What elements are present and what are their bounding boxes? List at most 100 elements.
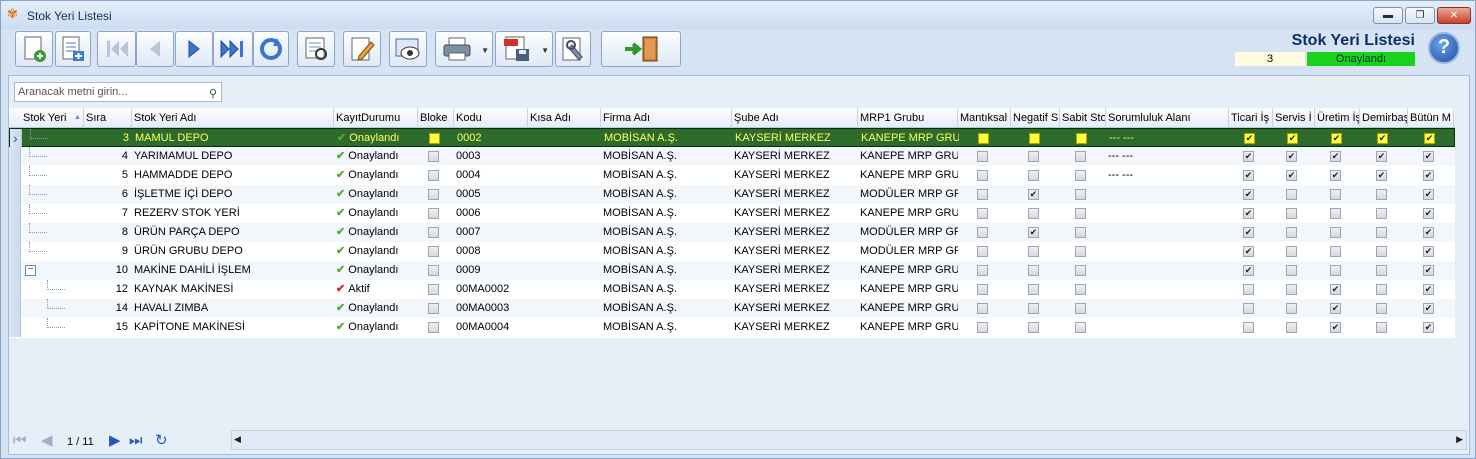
checkbox-negatif[interactable] (1028, 151, 1039, 162)
checkbox-ticari[interactable] (1243, 151, 1254, 162)
table-row[interactable]: 14 HAVALI ZIMBA ✔ Onaylandı 00MA0003 MOBİSAN… (9, 299, 1455, 318)
checkbox-bloke[interactable] (428, 208, 439, 219)
checkbox-butun[interactable] (1423, 151, 1434, 162)
checkbox-bloke[interactable] (428, 284, 439, 295)
checkbox-uretim[interactable] (1330, 151, 1341, 162)
checkbox-butun[interactable] (1423, 284, 1434, 295)
checkbox-uretim[interactable] (1330, 189, 1341, 200)
col-servis-islem[interactable]: Servis İ (1273, 108, 1315, 128)
row-indicator[interactable] (9, 242, 21, 261)
checkbox-butun[interactable] (1423, 265, 1434, 276)
settings-button[interactable] (555, 31, 591, 67)
checkbox-negatif[interactable] (1028, 208, 1039, 219)
checkbox-demirbas[interactable] (1376, 284, 1387, 295)
first-page-icon[interactable]: ⏮ (13, 433, 27, 449)
checkbox-sabit[interactable] (1075, 322, 1086, 333)
checkbox-demirbas[interactable] (1376, 208, 1387, 219)
checkbox-negatif[interactable] (1028, 322, 1039, 333)
checkbox-ticari[interactable] (1243, 189, 1254, 200)
col-sorumluluk-alani[interactable]: Sorumluluk Alanı (1106, 108, 1229, 128)
col-sira[interactable]: Sıra (84, 108, 132, 128)
checkbox-uretim[interactable] (1330, 246, 1341, 257)
col-butun[interactable]: Bütün M (1408, 108, 1454, 128)
col-kayit-durumu[interactable]: KayıtDurumu (334, 108, 418, 128)
checkbox-sabit[interactable] (1075, 246, 1086, 257)
col-mrp1-grubu[interactable]: MRP1 Grubu (858, 108, 958, 128)
next-record-button[interactable] (175, 31, 213, 67)
previous-record-button[interactable] (136, 31, 174, 67)
checkbox-servis[interactable] (1286, 227, 1297, 238)
checkbox-negatif[interactable] (1029, 133, 1040, 144)
checkbox-butun[interactable] (1423, 322, 1434, 333)
checkbox-demirbas[interactable] (1376, 265, 1387, 276)
table-row[interactable]: 5 HAMMADDE DEPO ✔ Onaylandı 0004 MOBİSAN A.Ş… (9, 166, 1455, 185)
checkbox-bloke[interactable] (428, 265, 439, 276)
col-kodu[interactable]: Kodu (454, 108, 528, 128)
checkbox-mantiksal[interactable] (977, 170, 988, 181)
row-indicator[interactable] (9, 261, 21, 280)
col-bloke[interactable]: Bloke (418, 108, 454, 128)
checkbox-sabit[interactable] (1075, 208, 1086, 219)
checkbox-negatif[interactable] (1028, 265, 1039, 276)
previous-page-icon[interactable]: ◀ (41, 433, 53, 449)
table-row[interactable]: − 10 MAKİNE DAHİLİ İŞLEM ✔ Onaylandı 0009 MOB… (9, 261, 1455, 280)
checkbox-demirbas[interactable] (1377, 133, 1388, 144)
checkbox-mantiksal[interactable] (977, 303, 988, 314)
checkbox-butun[interactable] (1423, 303, 1434, 314)
checkbox-servis[interactable] (1286, 284, 1297, 295)
checkbox-ticari[interactable] (1243, 303, 1254, 314)
checkbox-servis[interactable] (1286, 208, 1297, 219)
checkbox-mantiksal[interactable] (977, 246, 988, 257)
col-sube-adi[interactable]: Şube Adı (732, 108, 858, 128)
col-kisa-adi[interactable]: Kısa Adı (528, 108, 601, 128)
table-row[interactable]: 8 ÜRÜN PARÇA DEPO ✔ Onaylandı 0007 MOBİSAN A… (9, 223, 1455, 242)
col-mantiksal[interactable]: Mantıksal (958, 108, 1011, 128)
checkbox-negatif[interactable] (1028, 227, 1039, 238)
checkbox-bloke[interactable] (428, 227, 439, 238)
row-indicator[interactable] (9, 147, 21, 166)
table-row[interactable]: 12 KAYNAK MAKİNESİ ✔ Aktif 00MA0002 MOBİSAN … (9, 280, 1455, 299)
checkbox-uretim[interactable] (1330, 170, 1341, 181)
view-button[interactable] (389, 31, 427, 67)
close-button[interactable]: ✕ (1437, 7, 1471, 24)
col-stok-yeri-adi[interactable]: Stok Yeri Adı (132, 108, 334, 128)
checkbox-ticari[interactable] (1243, 227, 1254, 238)
col-ticari-islem[interactable]: Ticari İş (1229, 108, 1273, 128)
checkbox-mantiksal[interactable] (977, 151, 988, 162)
checkbox-ticari[interactable] (1243, 265, 1254, 276)
search-input[interactable]: Aranacak metni girin... ⚲ (14, 82, 222, 102)
checkbox-uretim[interactable] (1331, 133, 1342, 144)
checkbox-sabit[interactable] (1076, 133, 1087, 144)
last-record-button[interactable] (213, 31, 253, 67)
checkbox-negatif[interactable] (1028, 284, 1039, 295)
checkbox-mantiksal[interactable] (977, 265, 988, 276)
checkbox-uretim[interactable] (1330, 322, 1341, 333)
checkbox-mantiksal[interactable] (977, 284, 988, 295)
horizontal-scrollbar[interactable]: ◀ ▶ (231, 430, 1467, 450)
row-indicator[interactable] (9, 318, 21, 337)
checkbox-sabit[interactable] (1075, 170, 1086, 181)
checkbox-demirbas[interactable] (1376, 189, 1387, 200)
checkbox-demirbas[interactable] (1376, 151, 1387, 162)
checkbox-butun[interactable] (1423, 246, 1434, 257)
scroll-left-icon[interactable]: ◀ (234, 434, 241, 445)
checkbox-mantiksal[interactable] (978, 133, 989, 144)
last-page-icon[interactable]: ⏭ (129, 433, 143, 449)
table-row[interactable]: 15 KAPİTONE MAKİNESİ ✔ Onaylandı 00MA0004 MO… (9, 318, 1455, 337)
checkbox-uretim[interactable] (1330, 208, 1341, 219)
checkbox-negatif[interactable] (1028, 303, 1039, 314)
checkbox-mantiksal[interactable] (977, 189, 988, 200)
checkbox-demirbas[interactable] (1376, 170, 1387, 181)
checkbox-bloke[interactable] (428, 189, 439, 200)
checkbox-butun[interactable] (1423, 208, 1434, 219)
checkbox-demirbas[interactable] (1376, 322, 1387, 333)
checkbox-servis[interactable] (1286, 170, 1297, 181)
checkbox-sabit[interactable] (1075, 265, 1086, 276)
next-page-icon[interactable]: ▶ (109, 433, 121, 449)
checkbox-butun[interactable] (1423, 227, 1434, 238)
row-indicator[interactable] (9, 185, 21, 204)
checkbox-butun[interactable] (1423, 170, 1434, 181)
checkbox-demirbas[interactable] (1376, 303, 1387, 314)
checkbox-sabit[interactable] (1075, 303, 1086, 314)
checkbox-ticari[interactable] (1243, 170, 1254, 181)
